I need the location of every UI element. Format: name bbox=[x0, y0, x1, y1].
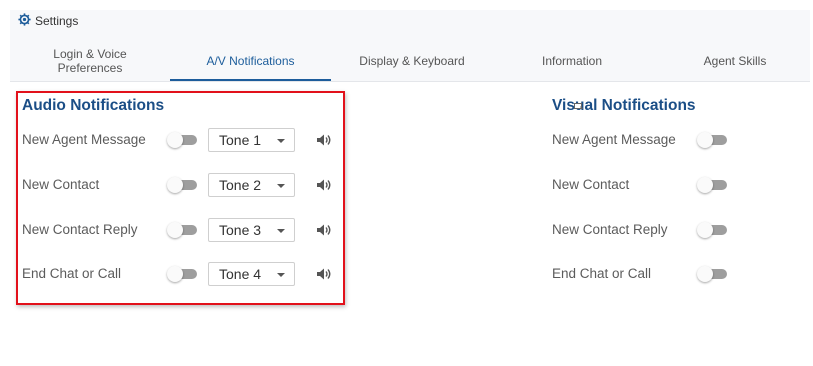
tab-av-notifications[interactable]: A/V Notifications bbox=[170, 42, 331, 81]
visual-toggle-new-agent-message[interactable] bbox=[697, 132, 729, 148]
visual-row-label-new-contact: New Contact bbox=[552, 177, 630, 192]
visual-toggle-new-contact[interactable] bbox=[697, 177, 729, 193]
settings-title: Settings bbox=[18, 13, 78, 29]
visual-row-label-new-agent-message: New Agent Message bbox=[552, 132, 676, 147]
tab-login-voice-preferences[interactable]: Login & Voice Preferences bbox=[30, 42, 150, 79]
gear-icon bbox=[18, 13, 35, 29]
visual-row-label-end-chat-or-call: End Chat or Call bbox=[552, 266, 652, 281]
settings-header: Settings Login & Voice Preferences A/V N… bbox=[10, 10, 810, 82]
tab-agent-skills[interactable]: Agent Skills bbox=[685, 42, 785, 79]
settings-title-label: Settings bbox=[35, 14, 79, 28]
visual-row-label-new-contact-reply: New Contact Reply bbox=[552, 222, 668, 237]
tab-information[interactable]: Information bbox=[522, 42, 622, 79]
tab-display-keyboard[interactable]: Display & Keyboard bbox=[345, 42, 479, 79]
visual-toggle-new-contact-reply[interactable] bbox=[697, 222, 729, 238]
visual-toggle-end-chat-or-call[interactable] bbox=[697, 266, 729, 282]
audio-notifications-highlight bbox=[16, 91, 345, 305]
cursor-icon bbox=[574, 98, 584, 109]
